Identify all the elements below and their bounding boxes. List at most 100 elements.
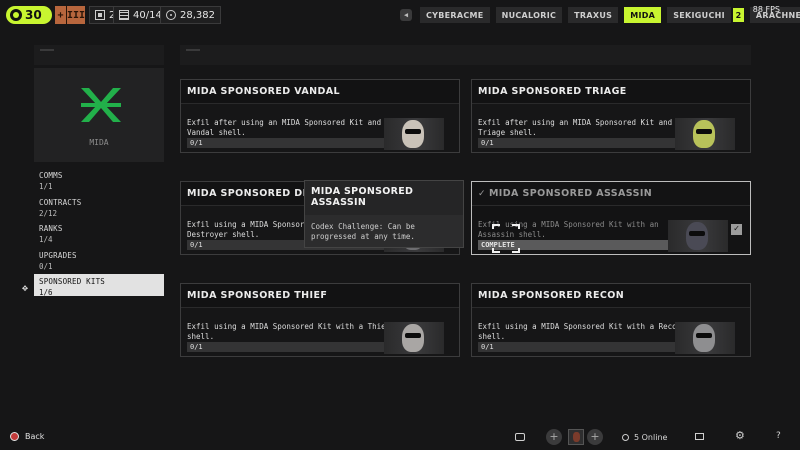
card-progress-bar: 0/1 bbox=[187, 138, 389, 148]
card-progress: 0/1 bbox=[190, 343, 203, 351]
category-progress: 1/4 bbox=[39, 235, 53, 244]
sekiguchi-badge: 2 bbox=[732, 8, 744, 22]
card-title-text: MIDA SPONSORED ASSASSIN bbox=[488, 188, 653, 199]
main-panel-header bbox=[180, 45, 751, 65]
tooltip-title: MIDA SPONSORED ASSASSIN bbox=[311, 186, 414, 208]
card-description: Exfil using a MIDA Sponsored Kit with a … bbox=[187, 322, 391, 341]
category-progress: 2/12 bbox=[39, 209, 58, 218]
category-upgrades[interactable]: UPGRADES 0/1 bbox=[34, 248, 164, 271]
add-squad-member-button[interactable]: + bbox=[587, 429, 603, 445]
card-progress: 0/1 bbox=[190, 139, 203, 147]
card-title: MIDA SPONSORED TRIAGE bbox=[478, 86, 627, 97]
category-sponsored-kits[interactable]: SPONSORED KITS 1/6 bbox=[34, 274, 164, 297]
card-description: Exfil after using an MIDA Sponsored Kit … bbox=[478, 118, 682, 137]
card-progress: 0/1 bbox=[190, 241, 203, 249]
recon-portrait bbox=[675, 322, 735, 354]
faction-tabs: ◀ CYBERACME NUCALORIC TRAXUS MIDA SEKIGU… bbox=[400, 7, 800, 23]
card-progress-bar: 0/1 bbox=[187, 342, 389, 352]
people-icon bbox=[622, 434, 629, 441]
fps-counter: 88 FPS bbox=[752, 5, 780, 14]
challenge-tooltip: MIDA SPONSORED ASSASSIN Codex Challenge:… bbox=[304, 180, 464, 248]
card-description: Exfil after using an MIDA Sponsored Kit … bbox=[187, 118, 391, 137]
card-title: ✓ MIDA SPONSORED ASSASSIN bbox=[478, 188, 744, 199]
card-title-bar: ✓ MIDA SPONSORED ASSASSIN bbox=[472, 182, 750, 206]
mida-logo-icon bbox=[81, 88, 121, 122]
triage-portrait bbox=[675, 118, 735, 150]
player-level[interactable]: 30 bbox=[6, 6, 52, 24]
challenge-card-thief[interactable]: MIDA SPONSORED THIEF Exfil using a MIDA … bbox=[180, 283, 460, 357]
category-label: SPONSORED KITS bbox=[39, 277, 106, 286]
back-label: Back bbox=[25, 432, 45, 441]
card-title: MIDA SPONSORED THIEF bbox=[187, 290, 328, 301]
avatar[interactable] bbox=[568, 429, 584, 445]
card-title-bar: MIDA SPONSORED TRIAGE bbox=[472, 80, 750, 104]
category-ranks[interactable]: RANKS 1/4 bbox=[34, 221, 164, 244]
bottom-bar: Back + + 5 Online ⚙ ? bbox=[0, 428, 800, 450]
category-contracts[interactable]: CONTRACTS 2/12 bbox=[34, 195, 164, 218]
challenge-card-triage[interactable]: MIDA SPONSORED TRIAGE Exfil after using … bbox=[471, 79, 751, 153]
vandal-portrait bbox=[384, 118, 444, 150]
box-icon bbox=[95, 10, 105, 20]
tab-nucaloric[interactable]: NUCALORIC bbox=[495, 7, 563, 23]
top-bar: 30 + III 2 40/140 28,382 ◀ CYBERACME NUC… bbox=[0, 0, 800, 30]
help-icon[interactable]: ? bbox=[776, 431, 781, 441]
faction-card: MIDA bbox=[34, 68, 164, 162]
category-progress: 1/6 bbox=[39, 288, 53, 297]
focus-corner-icon bbox=[512, 248, 520, 253]
rank-mark-plus: + bbox=[57, 9, 64, 21]
tooltip-header: MIDA SPONSORED ASSASSIN bbox=[305, 181, 463, 215]
online-friends[interactable]: 5 Online bbox=[622, 433, 667, 442]
coin-icon bbox=[166, 10, 176, 20]
online-count: 5 Online bbox=[634, 433, 668, 442]
completed-checkbox-icon: ✓ bbox=[731, 224, 742, 235]
currency-value: 28,382 bbox=[180, 9, 215, 21]
mail-icon[interactable] bbox=[695, 433, 704, 440]
cursor-icon: ✥ bbox=[22, 283, 29, 294]
card-progress: 0/1 bbox=[481, 139, 494, 147]
tab-cyberacme[interactable]: CYBERACME bbox=[420, 7, 490, 23]
card-title-bar: MIDA SPONSORED VANDAL bbox=[181, 80, 459, 104]
tab-prev-icon[interactable]: ◀ bbox=[400, 9, 412, 21]
category-comms[interactable]: COMMS 1/1 bbox=[34, 168, 164, 191]
card-progress: 0/1 bbox=[481, 343, 494, 351]
focus-corner-icon bbox=[492, 224, 500, 229]
level-value: 30 bbox=[25, 8, 42, 22]
back-button-icon bbox=[10, 432, 19, 441]
gear-icon[interactable]: ⚙ bbox=[735, 429, 745, 442]
faction-name: MIDA bbox=[89, 138, 109, 147]
card-title-bar: MIDA SPONSORED THIEF bbox=[181, 284, 459, 308]
category-label: COMMS bbox=[39, 171, 63, 180]
category-label: CONTRACTS bbox=[39, 198, 82, 207]
rank-mark-tier: III bbox=[65, 6, 85, 24]
assassin-portrait bbox=[668, 220, 728, 252]
card-progress-bar: COMPLETE bbox=[478, 240, 680, 250]
card-title-bar: MIDA SPONSORED RECON bbox=[472, 284, 750, 308]
card-title: MIDA SPONSORED RECON bbox=[478, 290, 625, 301]
tab-sekiguchi[interactable]: SEKIGUCHI bbox=[667, 7, 731, 23]
back-button[interactable]: Back bbox=[10, 432, 44, 441]
left-panel-header bbox=[34, 45, 164, 65]
category-label: UPGRADES bbox=[39, 251, 77, 260]
currency-balance[interactable]: 28,382 bbox=[160, 6, 221, 24]
challenge-card-vandal[interactable]: MIDA SPONSORED VANDAL Exfil after using … bbox=[180, 79, 460, 153]
add-squad-member-button[interactable]: + bbox=[546, 429, 562, 445]
chat-icon[interactable] bbox=[515, 433, 525, 441]
category-progress: 1/1 bbox=[39, 182, 53, 191]
focus-corner-icon bbox=[492, 248, 500, 253]
card-title: MIDA SPONSORED VANDAL bbox=[187, 86, 340, 97]
tab-mida[interactable]: MIDA bbox=[624, 7, 662, 23]
challenge-card-recon[interactable]: MIDA SPONSORED RECON Exfil using a MIDA … bbox=[471, 283, 751, 357]
tab-traxus[interactable]: TRAXUS bbox=[568, 7, 619, 23]
category-label: RANKS bbox=[39, 224, 63, 233]
card-progress-bar: 0/1 bbox=[478, 342, 680, 352]
check-icon: ✓ bbox=[478, 189, 486, 199]
challenge-card-assassin[interactable]: ✓ MIDA SPONSORED ASSASSIN Exfil using a M… bbox=[471, 181, 751, 255]
card-description: Exfil using a MIDA Sponsored Kit with an… bbox=[478, 220, 659, 239]
card-description: Exfil using a MIDA Sponsored Kit with a … bbox=[478, 322, 682, 341]
grid-icon bbox=[119, 10, 129, 20]
rank-box[interactable]: + III bbox=[55, 6, 85, 24]
thief-portrait bbox=[384, 322, 444, 354]
focus-corner-icon bbox=[512, 224, 520, 229]
ring-icon bbox=[10, 9, 22, 21]
category-progress: 0/1 bbox=[39, 262, 53, 271]
